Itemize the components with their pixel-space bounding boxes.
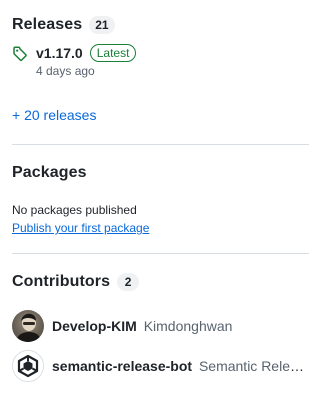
repo-sidebar: Releases 21 v1.17.0 Latest 4 days ago + … — [0, 0, 315, 406]
contributor-item[interactable]: Develop-KIM Kimdonghwan — [12, 310, 309, 342]
releases-title[interactable]: Releases — [12, 16, 82, 34]
releases-section: Releases 21 v1.17.0 Latest 4 days ago + … — [12, 13, 309, 133]
contributors-section: Contributors 2 Develop-KIM Kimdonghwan s… — [12, 270, 309, 390]
contributors-title[interactable]: Contributors — [12, 273, 110, 291]
tag-icon — [12, 42, 28, 78]
packages-header[interactable]: Packages — [12, 161, 309, 185]
releases-header[interactable]: Releases 21 — [12, 13, 309, 37]
contributors-count-badge: 2 — [117, 273, 140, 291]
semantic-release-logo-icon[interactable] — [12, 350, 44, 382]
latest-badge: Latest — [89, 44, 137, 62]
release-date: 4 days ago — [36, 64, 95, 78]
contributor-name: Semantic Release Bot — [198, 358, 309, 374]
section-divider — [12, 253, 309, 254]
contributor-item[interactable]: semantic-release-bot Semantic Release Bo… — [12, 350, 309, 382]
contributor-text: Develop-KIM Kimdonghwan — [52, 318, 232, 334]
contributor-name: Kimdonghwan — [143, 318, 233, 334]
release-name[interactable]: v1.17.0 — [36, 45, 83, 61]
no-packages-text: No packages published — [12, 203, 137, 217]
contributors-header[interactable]: Contributors 2 — [12, 270, 309, 294]
section-divider — [12, 144, 309, 145]
packages-title[interactable]: Packages — [12, 164, 87, 182]
packages-section: Packages No packages published Publish y… — [12, 161, 309, 241]
contributor-text: semantic-release-bot Semantic Release Bo… — [52, 358, 309, 374]
latest-release[interactable]: v1.17.0 Latest 4 days ago — [12, 42, 137, 78]
publish-package-link[interactable]: Publish your first package — [12, 221, 149, 235]
contributor-login[interactable]: semantic-release-bot — [52, 358, 192, 374]
more-releases-link[interactable]: + 20 releases — [12, 107, 96, 123]
contributor-login[interactable]: Develop-KIM — [52, 318, 137, 334]
avatar[interactable] — [12, 310, 44, 342]
releases-count-badge: 21 — [89, 16, 115, 34]
